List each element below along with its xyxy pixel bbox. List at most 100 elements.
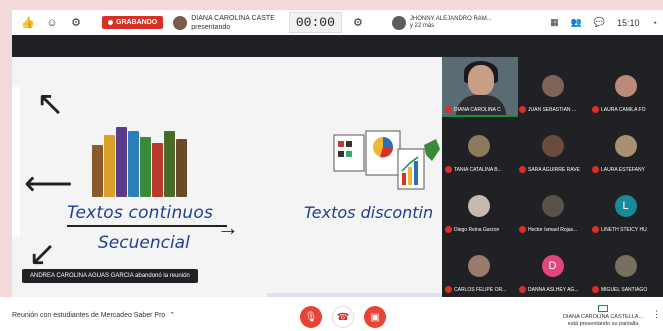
avatar — [467, 195, 490, 217]
participant-tile[interactable]: L LINETH STEICY HU — [589, 177, 662, 237]
participant-name: Hector Ismael Rojas... — [519, 226, 589, 233]
mic-off-icon — [519, 166, 526, 173]
clock: 15:10 — [617, 17, 640, 28]
participant-name: SARA AGUIRRE RAVE — [519, 166, 589, 173]
charts-illustration — [333, 130, 440, 190]
participant-tile[interactable]: SARA AGUIRRE RAVE — [516, 117, 589, 177]
chat-icon[interactable]: 💬 — [594, 17, 605, 28]
participant-name: TANIA CATALINA B... — [445, 166, 515, 173]
text-discontinuous-label: Textos discontin — [304, 203, 434, 222]
camera-off-button[interactable]: ▣ — [364, 306, 386, 328]
record-dot-icon — [108, 20, 113, 25]
avatar — [541, 135, 564, 157]
presenter-name: DIANA CAROLINA CASTE — [191, 14, 275, 22]
meeting-title-text: Reunión con estudiantes de Mercadeo Sabe… — [12, 312, 166, 319]
underline — [67, 225, 227, 227]
participant-name-text: JUAN SEBASTIAN ... — [528, 106, 577, 113]
recording-badge: GRABANDO — [102, 16, 164, 29]
avatar — [614, 255, 637, 277]
participant-name-text: Hector Ismael Rojas... — [528, 226, 578, 233]
participant-tile[interactable]: JUAN SEBASTIAN ... — [516, 57, 589, 117]
chevron-up-icon[interactable]: ⌃ — [167, 312, 175, 319]
participant-name: Diego Reina Garzon — [445, 226, 515, 233]
arrow-left-icon: ⟵ — [24, 165, 73, 203]
slide-edge — [12, 87, 20, 237]
screen-frame: 👍 ☺ ⚙ GRABANDO DIANA CAROLINA CASTE pres… — [0, 0, 663, 331]
participant-tile[interactable]: LAURA ESTEFANY — [589, 117, 662, 177]
text-sequential-label: Secuencial — [98, 233, 190, 253]
participant-tile[interactable]: CARLOS FELIPE OR... — [442, 237, 515, 297]
participant-tile[interactable]: D DANNA ASLHEY AG... — [516, 237, 589, 297]
mic-off-icon — [519, 106, 526, 113]
left-meeting-toast: ANDREA CAROLINA AGUAS GARCIA abandonó la… — [22, 269, 198, 283]
mic-off-icon — [445, 226, 452, 233]
mic-off-icon — [445, 106, 452, 113]
meet-header-strip — [12, 35, 663, 57]
participant-name: DIANA CAROLINA C — [445, 106, 515, 113]
participant-name-text: LINETH STEICY HU — [601, 226, 647, 233]
participant-name-text: TANIA CATALINA B... — [454, 166, 502, 173]
participant-tile[interactable]: TANIA CATALINA B... — [442, 117, 515, 177]
more-options-icon[interactable]: ⋮ — [652, 309, 661, 320]
people-icon[interactable]: 👥 — [571, 17, 582, 28]
mic-off-icon — [445, 286, 452, 293]
text-continuous-label: Textos continuos — [67, 203, 214, 223]
participant-name-text: DANNA ASLHEY AG... — [528, 286, 579, 293]
mic-off-icon — [592, 106, 599, 113]
avatar — [467, 255, 490, 277]
avatar — [541, 195, 564, 217]
recording-label: GRABANDO — [116, 19, 158, 26]
presenter-text: DIANA CAROLINA CASTE presentando — [191, 14, 275, 32]
participant-name-text: SARA AGUIRRE RAVE — [528, 166, 580, 173]
participant-name: CARLOS FELIPE OR... — [445, 286, 515, 293]
mic-off-icon — [519, 286, 526, 293]
avatar-icon[interactable]: ☺ — [44, 15, 60, 31]
wifi-icon: ◔ — [651, 17, 657, 28]
participant-name: DANNA ASLHEY AG... — [519, 286, 589, 293]
presenting-status: está presentando su pantalla — [567, 321, 639, 327]
participant-grid: DIANA CAROLINA C JUAN SEBASTIAN ... LAURA … — [442, 57, 663, 297]
participant-name: LINETH STEICY HU — [592, 226, 662, 233]
gear-icon[interactable]: ⚙ — [68, 15, 84, 31]
mic-off-icon — [592, 226, 599, 233]
avatar — [541, 75, 564, 97]
mic-off-icon — [445, 166, 452, 173]
mic-off-icon — [592, 166, 599, 173]
timer: 00:00 — [288, 12, 342, 33]
participant-tile[interactable]: MIGUEL SANTIAGO — [589, 237, 662, 297]
presenting-indicator[interactable]: DIANA CAROLINA CASTELLA... está presenta… — [558, 305, 648, 328]
participant-name-text: Diego Reina Garzon — [454, 226, 500, 233]
top-toolbar: 👍 ☺ ⚙ GRABANDO DIANA CAROLINA CASTE pres… — [12, 10, 663, 35]
grid-icon[interactable]: ▦ — [550, 17, 559, 28]
presenting-name: DIANA CAROLINA CASTELLA... — [562, 314, 644, 320]
people-more: y 22 más — [409, 22, 435, 29]
avatar — [467, 135, 490, 157]
meeting-title[interactable]: Reunión con estudiantes de Mercadeo Sabe… — [12, 311, 175, 319]
thumbs-up-icon[interactable]: 👍 — [20, 15, 36, 31]
participant-name-text: CARLOS FELIPE OR... — [454, 286, 507, 293]
settings-icon[interactable]: ⚙ — [350, 15, 366, 31]
end-call-button[interactable]: ☎ — [332, 306, 354, 328]
participant-name-text: MIGUEL SANTIAGO — [601, 286, 648, 293]
presenter-info: DIANA CAROLINA CASTE presentando — [173, 14, 275, 32]
participant-tile[interactable]: Hector Ismael Rojas... — [516, 177, 589, 237]
phone-hangup-icon: ☎ — [336, 311, 350, 323]
mic-off-button[interactable]: 🎙 — [300, 306, 322, 328]
participant-tile[interactable]: DIANA CAROLINA C — [442, 57, 518, 117]
participant-tile[interactable]: Diego Reina Garzon — [442, 177, 515, 237]
mic-off-icon — [519, 226, 526, 233]
participants-summary[interactable]: JHONNY ALEJANDRO RAM... y 22 más — [391, 15, 492, 30]
avatar: L — [614, 195, 637, 217]
shared-slide: ↖ ⟵ ↙ Textos continuos → Secuencial Text… — [12, 57, 442, 297]
participant-name: LAURA CAMILA FO — [592, 106, 662, 113]
presenter-status: presentando — [191, 23, 231, 31]
participant-tile[interactable]: LAURA CAMILA FO — [589, 57, 662, 117]
participant-name: LAURA ESTEFANY — [592, 166, 662, 173]
participant-name-text: LAURA CAMILA FO — [601, 106, 646, 113]
participant-name: MIGUEL SANTIAGO — [592, 286, 662, 293]
toolbar-right: ▦ 👥 💬 15:10 ◔ — [550, 17, 663, 28]
avatar: D — [541, 255, 564, 277]
avatar — [614, 75, 637, 97]
participant-name: JUAN SEBASTIAN ... — [519, 106, 589, 113]
arrow-up-left-icon: ↖ — [36, 85, 65, 123]
